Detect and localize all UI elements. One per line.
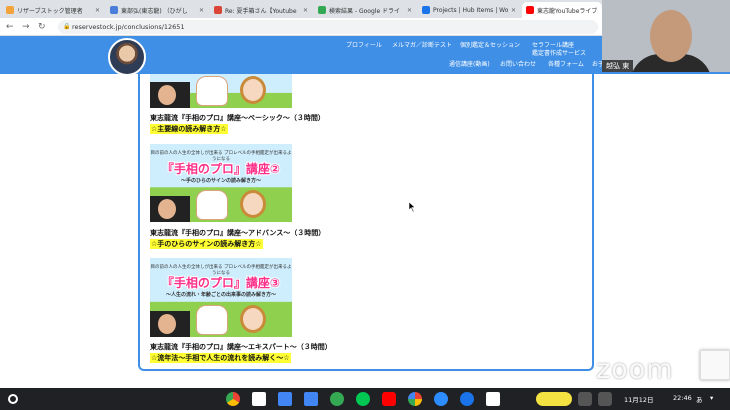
tab-close-icon[interactable]: ✕ [95,7,100,14]
docs-icon[interactable] [304,392,318,406]
course-banner[interactable]: 目の前の人の人生の全体しが出来る プロレベルの手相鑑定が出来るようになる 『手相… [150,144,292,222]
address-bar[interactable]: 🔒 reservestock.jp/conclusions/12651 [58,20,598,34]
course-title[interactable]: 東志龍流『手相のプロ』講座～アドバンス～（３時間） [150,228,325,238]
forward-icon[interactable]: → [22,21,30,33]
participant-head [650,10,692,62]
messages-icon[interactable] [460,392,474,406]
nav-profile[interactable]: プロフィール [346,40,382,49]
instructor-photo [150,196,190,222]
tab-close-icon[interactable]: ✕ [303,7,308,14]
tab-label: 東志龍YouTubeライブ [537,7,598,15]
tab-favicon-icon [214,6,222,14]
tab-favicon-icon [6,6,14,14]
course-highlight: ☆主要線の読み解き方☆ [150,124,228,134]
photos-icon[interactable] [408,392,422,406]
course-highlight: ☆流年法～手相で人生の流れを読み解く～☆ [150,353,291,363]
browser-tab[interactable]: リザーブストック管理者 ✕ [2,2,104,18]
course-list: 東志龍流『手相のプロ』講座～ベーシック～（３時間） ☆主要線の読み解き方☆ 目の… [138,74,594,371]
mouse-cursor-icon [409,202,416,212]
recording-indicator-icon[interactable] [536,392,572,406]
banner-subtitle: ～手のひらのサインの読み解き方～ [180,178,261,184]
instructor-photo [150,311,190,337]
youtube-icon[interactable] [382,392,396,406]
reload-icon[interactable]: ↻ [38,21,46,33]
nav-video-course[interactable]: 通信講座(動画) [449,59,490,68]
os-taskbar: 11月12日 22:46 あ ▾ [0,388,730,410]
character-illustration [240,76,266,104]
banner-title: 『手相のプロ』講座③ [161,276,281,290]
browser-tab[interactable]: Projects | Hub Items | Wo ✕ [418,2,520,18]
site-logo-avatar[interactable] [108,38,146,76]
browser-tab-active[interactable]: 東志龍YouTubeライブ [522,2,602,18]
banner-subtitle: ～人生の流れ・年齢ごとの出来事の読み解き方～ [166,292,276,298]
ime-indicator[interactable]: あ [696,394,703,404]
instructor-photo [150,82,190,108]
nav-contact[interactable]: お問い合わせ [500,59,536,68]
lock-icon: 🔒 [63,23,71,30]
tab-label: Re: 夏手箱さん【Youtube [225,7,297,15]
camera-icon[interactable] [598,392,612,406]
nav-report[interactable]: 鑑定書作成サービス [532,48,586,57]
tab-close-icon[interactable]: ✕ [407,7,412,14]
screen: リザーブストック管理者 ✕ 東部弘(東志龍) （ひがし ✕ Re: 夏手箱さん【… [0,0,730,410]
files-icon[interactable] [278,392,292,406]
taskbar-date[interactable]: 11月12日 [624,394,654,404]
tab-favicon-icon [526,6,534,14]
tab-close-icon[interactable]: ✕ [511,7,516,14]
tab-label: リザーブストック管理者 [17,7,83,15]
browser-tab[interactable]: Re: 夏手箱さん【Youtube ✕ [210,2,312,18]
launcher-icon[interactable] [8,394,18,404]
zoom-watermark: zoom [596,354,674,385]
tab-favicon-icon [110,6,118,14]
tab-label: 東部弘(東志龍) （ひがし [121,7,188,15]
chrome-icon[interactable] [226,392,240,406]
course-banner[interactable]: 目の前の人の人生の全体しが出来る プロレベルの手相鑑定が出来るようになる 『手相… [150,258,292,337]
tab-close-icon[interactable]: ✕ [199,7,204,14]
participant-name: 越弘 東 [602,60,634,72]
nav-session[interactable]: 個別鑑定＆セッション [460,40,520,49]
drive-icon[interactable] [330,392,344,406]
wifi-icon[interactable]: ▾ [710,394,713,402]
tab-favicon-icon [422,6,430,14]
character-illustration [240,305,266,333]
hand-illustration [196,190,228,220]
hand-illustration [196,305,228,335]
course-title[interactable]: 東志龍流『手相のプロ』講座～ベーシック～（３時間） [150,113,325,123]
character-illustration [240,190,266,218]
calendar-icon[interactable] [486,392,500,406]
course-banner[interactable] [150,74,292,108]
participant-video[interactable]: 越弘 東 [602,0,730,72]
screen-share-icon[interactable] [578,392,592,406]
browser-tab[interactable]: 検索結果 - Google ドライ ✕ [314,2,416,18]
back-icon[interactable]: ← [6,21,14,33]
gmail-icon[interactable] [252,392,266,406]
browser-tab[interactable]: 東部弘(東志龍) （ひがし ✕ [106,2,208,18]
play-store-icon[interactable] [356,392,370,406]
zoom-app-icon[interactable] [434,392,448,406]
hand-illustration [196,76,228,106]
nav-mailmag[interactable]: メルマガ／診断テスト [392,40,452,49]
banner-title: 『手相のプロ』講座② [161,162,281,176]
taskbar-time[interactable]: 22:46 [673,394,692,402]
tab-label: Projects | Hub Items | Wo [433,6,508,14]
url-text: reservestock.jp/conclusions/12651 [72,23,185,31]
course-highlight: ☆手のひらのサインの読み解き方☆ [150,239,263,249]
course-title[interactable]: 東志龍流『手相のプロ』講座～エキスパート～（３時間） [150,342,332,352]
tab-favicon-icon [318,6,326,14]
tab-label: 検索結果 - Google ドライ [329,7,401,15]
recaptcha-badge-icon[interactable] [700,350,730,380]
nav-forms[interactable]: 各種フォーム [548,59,584,68]
